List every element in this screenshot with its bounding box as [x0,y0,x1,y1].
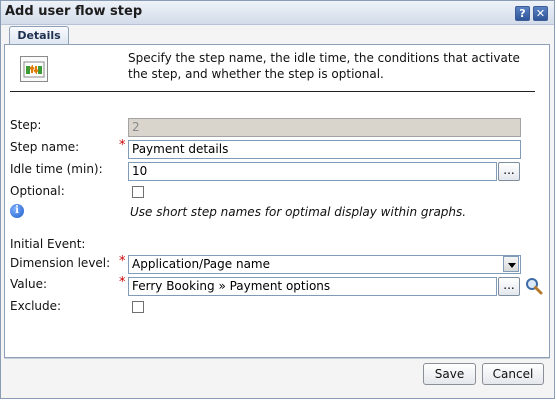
save-button[interactable]: Save [423,363,476,385]
title-bar: Add user flow step ? ✕ [1,1,554,25]
dimension-level-required-mark: * [119,254,126,269]
value-input[interactable]: Ferry Booking » Payment options [128,277,497,296]
dimension-level-label: Dimension level: [10,256,111,270]
dimension-level-select[interactable]: Application/Page name [128,255,521,274]
help-icon[interactable]: ? [515,6,530,21]
step-field: 2 [128,118,521,137]
exclude-label: Exclude: [10,299,62,313]
idle-time-picker-button[interactable]: ... [498,162,520,181]
info-text: Use short step names for optimal display… [130,205,467,219]
value-label: Value: [10,277,47,291]
step-name-required-mark: * [119,138,126,153]
value-required-mark: * [119,275,126,290]
close-icon[interactable]: ✕ [533,6,548,21]
idle-time-label: Idle time (min): [10,162,103,176]
cancel-button[interactable]: Cancel [482,363,544,385]
dropdown-arrow-icon[interactable] [503,256,519,272]
tab-details[interactable]: Details [9,26,69,45]
idle-time-input[interactable]: 10 [128,162,497,181]
magnifier-icon[interactable] [524,276,544,296]
optional-checkbox[interactable] [132,186,144,198]
initial-event-label: Initial Event: [10,237,86,251]
value-picker-button[interactable]: ... [498,277,520,296]
dialog-title: Add user flow step [5,4,143,19]
step-description: Specify the step name, the idle time, th… [128,51,520,81]
optional-label: Optional: [10,184,65,198]
footer-divider [4,358,550,359]
exclude-checkbox[interactable] [132,301,144,313]
user-flow-step-icon [20,56,48,82]
header-divider [10,91,535,92]
info-icon: i [10,204,24,218]
step-name-label: Step name: [10,140,80,154]
step-name-input[interactable]: Payment details [128,140,521,159]
step-label: Step: [10,118,42,132]
tab-strip: Details [4,26,550,45]
